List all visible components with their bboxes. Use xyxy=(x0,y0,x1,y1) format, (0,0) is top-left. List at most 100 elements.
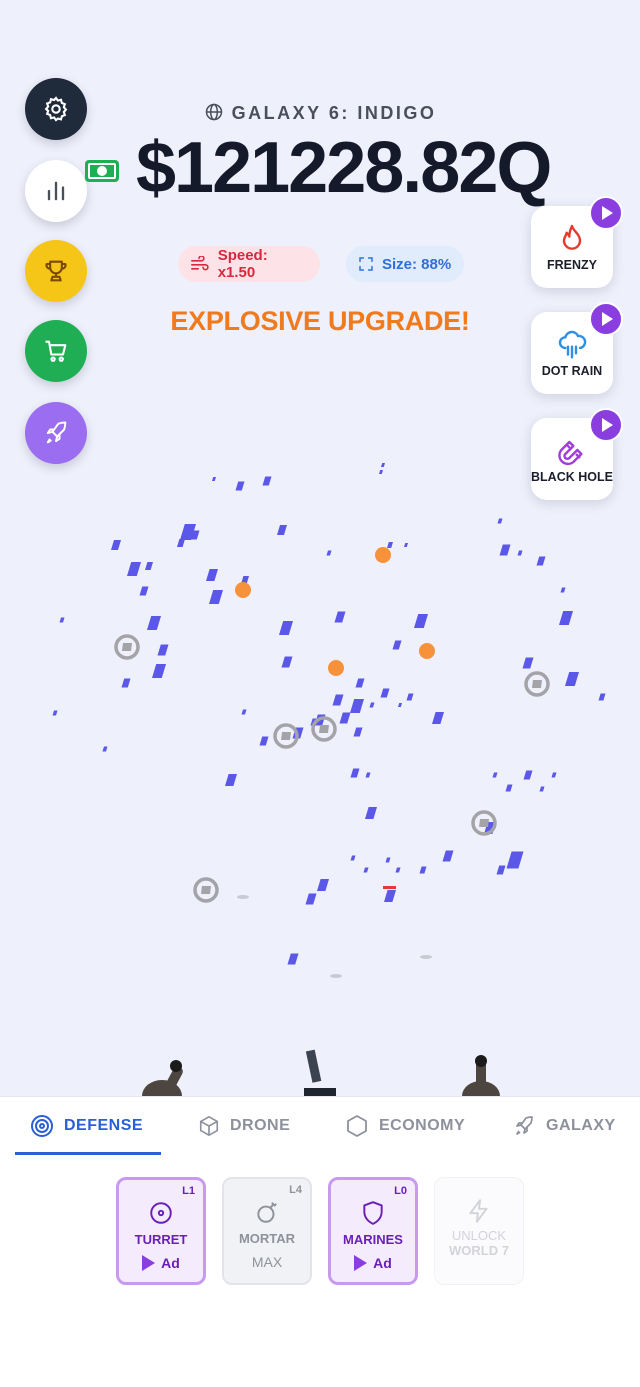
enemy-dot xyxy=(334,611,346,623)
crosshair-icon xyxy=(150,1202,172,1224)
enemy-dot xyxy=(379,470,383,474)
bomb-dot xyxy=(328,660,344,676)
enemy-dot xyxy=(406,693,414,701)
enemy-dot xyxy=(209,590,223,604)
shadow xyxy=(330,974,342,978)
enemy-dot xyxy=(414,614,428,628)
dot-rain-powerup-button[interactable]: DOT RAIN xyxy=(531,302,623,394)
enemy-dot xyxy=(387,542,393,548)
coin[interactable] xyxy=(114,634,140,660)
globe-icon xyxy=(205,103,222,121)
play-ad-icon[interactable] xyxy=(589,408,623,442)
enemy-dot xyxy=(262,476,272,486)
enemy-dot xyxy=(384,890,396,902)
enemy-dot xyxy=(551,772,557,778)
upgrade-panel xyxy=(0,1157,640,1387)
enemy-dot xyxy=(505,784,513,792)
turret-action: Ad xyxy=(161,1255,180,1271)
enemy-dot xyxy=(350,768,360,778)
enemy-dot xyxy=(404,543,408,547)
tab-defense-label: DEFENSE xyxy=(64,1117,144,1134)
enemy-dot xyxy=(598,693,606,701)
enemy-dot xyxy=(59,617,65,623)
enemy-dot xyxy=(127,562,141,576)
enemy-dot xyxy=(353,727,363,737)
enemy-dot xyxy=(496,865,506,875)
enemy-dot xyxy=(145,562,153,570)
enemy-dot xyxy=(419,866,427,874)
coin[interactable] xyxy=(524,671,550,697)
enemy-dot xyxy=(380,688,390,698)
enemy-dot xyxy=(369,702,375,708)
enemy-dot xyxy=(277,525,287,535)
rocket-icon xyxy=(516,1116,533,1135)
mortar-upgrade-card[interactable]: L4 MORTAR MAX xyxy=(222,1177,312,1285)
marines-watch-ad[interactable]: Ad xyxy=(354,1255,392,1271)
enemy-dot xyxy=(139,586,149,596)
marines-upgrade-card[interactable]: L0 MARINES Ad xyxy=(328,1177,418,1285)
enemy-dot xyxy=(212,477,216,481)
enemy-dot xyxy=(560,587,566,593)
enemy-dot xyxy=(497,518,503,524)
turret-watch-ad[interactable]: Ad xyxy=(142,1255,180,1271)
enemy-dot xyxy=(350,855,356,861)
mortar-name: MORTAR xyxy=(238,1231,296,1246)
enemy-dot xyxy=(385,857,391,863)
galaxy-name: GALAXY 6: INDIGO xyxy=(231,103,437,123)
play-ad-icon[interactable] xyxy=(589,196,623,230)
coin[interactable] xyxy=(193,877,219,903)
unlock-label: UNLOCK xyxy=(451,1228,507,1243)
enemy-dot xyxy=(365,807,377,819)
enemy-dot xyxy=(241,709,247,715)
shield-icon xyxy=(363,1201,383,1225)
mortar-level: L4 xyxy=(289,1184,302,1196)
play-ad-icon[interactable] xyxy=(589,302,623,336)
size-label: Size: 88% xyxy=(382,255,452,273)
turret-center xyxy=(304,1049,336,1096)
bomb-dot xyxy=(235,582,251,598)
cube-icon xyxy=(199,1116,219,1136)
tab-drone[interactable]: DRONE xyxy=(198,1097,290,1155)
speed-label: Speed: x1.50 xyxy=(217,247,268,281)
marines-level: L0 xyxy=(394,1185,407,1197)
tab-economy[interactable]: ECONOMY xyxy=(345,1097,465,1155)
enemy-dot xyxy=(339,712,351,724)
mortar-action: MAX xyxy=(251,1254,283,1270)
cash-icon xyxy=(85,160,119,182)
marines-name: MARINES xyxy=(343,1232,403,1247)
enemy-dot xyxy=(102,746,108,752)
achievements-button[interactable] xyxy=(25,240,87,302)
enemy-dot xyxy=(281,656,293,668)
speed-badge: Speed: x1.50 xyxy=(178,246,320,282)
money-counter: $121228.82Q xyxy=(136,128,552,208)
enemy-dot xyxy=(517,550,523,556)
tab-galaxy[interactable]: GALAXY xyxy=(512,1097,616,1155)
enemy-dot xyxy=(147,616,161,630)
play-icon xyxy=(354,1255,368,1271)
tab-defense[interactable]: DEFENSE xyxy=(30,1097,143,1155)
wind-icon xyxy=(191,256,209,271)
enemy-dot xyxy=(157,644,169,656)
coin[interactable] xyxy=(311,716,337,742)
enemy-dot xyxy=(121,678,131,688)
tab-galaxy-label: GALAXY xyxy=(546,1117,616,1134)
turret-upgrade-card[interactable]: L1 TURRET Ad xyxy=(116,1177,206,1285)
turret-left xyxy=(142,1060,183,1096)
enemy-dot xyxy=(442,850,454,862)
unlock-world-card[interactable]: UNLOCK WORLD 7 xyxy=(434,1177,524,1285)
shadow xyxy=(237,895,249,899)
lightning-icon xyxy=(469,1199,488,1223)
enemy-dot xyxy=(326,550,332,556)
play-field[interactable] xyxy=(0,440,640,1100)
galaxy-label: GALAXY 6: INDIGO xyxy=(0,102,640,124)
stats-button[interactable] xyxy=(25,160,87,222)
dot-rain-label: DOT RAIN xyxy=(541,364,603,378)
expand-icon xyxy=(359,257,373,271)
enemy-dot xyxy=(398,703,402,707)
enemy-dot xyxy=(432,712,444,724)
enemy-dot xyxy=(206,569,218,581)
size-badge: Size: 88% xyxy=(346,246,464,282)
frenzy-powerup-button[interactable]: FRENZY xyxy=(531,196,623,288)
flame-icon xyxy=(562,224,582,250)
enemy-dot xyxy=(305,893,317,905)
